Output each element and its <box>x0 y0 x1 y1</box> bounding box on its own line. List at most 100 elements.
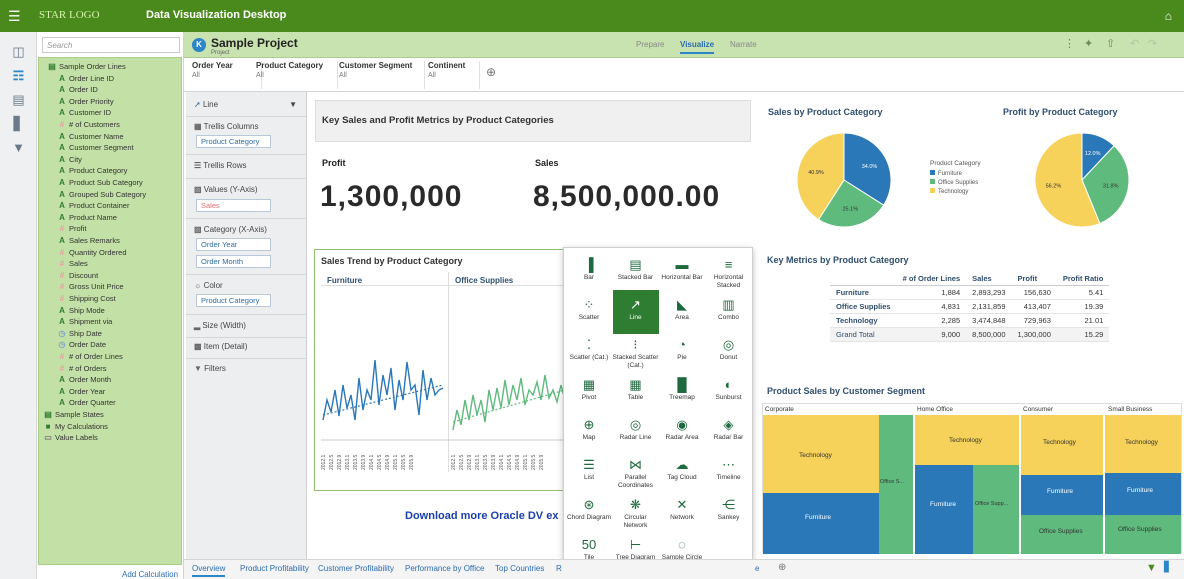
viz-type-horizontal-stacked[interactable]: ≡ Horizontal Stacked <box>706 250 752 294</box>
dataset-node[interactable]: ▤ Sample Order Lines <box>47 62 125 72</box>
redo-icon[interactable]: ↷ <box>1148 37 1157 50</box>
data-element-item[interactable]: A City <box>57 155 82 165</box>
viz-type-table[interactable]: ▦ Table <box>613 370 659 414</box>
viz-type-pivot[interactable]: ▦ Pivot <box>566 370 612 414</box>
tab-overview[interactable]: Overview <box>192 564 226 577</box>
data-element-item[interactable]: A Product Name <box>57 213 117 223</box>
more-icon[interactable]: ⋮ <box>1064 37 1075 50</box>
data-element-item[interactable]: # Quantity Ordered <box>57 248 127 258</box>
data-element-item[interactable]: # Profit <box>57 224 87 234</box>
data-element-item[interactable]: A Customer Name <box>57 132 124 142</box>
data-element-item[interactable]: A Product Category <box>57 166 127 176</box>
filter-continent[interactable]: Continent All <box>428 61 480 89</box>
data-element-item[interactable]: A Order Priority <box>57 97 113 107</box>
add-calculation-link[interactable]: Add Calculation <box>122 570 178 579</box>
viz-type-timeline[interactable]: ⋯ Timeline <box>706 450 752 494</box>
filter-order-year[interactable]: Order Year All <box>192 61 262 89</box>
color-pill[interactable]: Product Category <box>196 294 271 307</box>
data-element-item[interactable]: A Grouped Sub Category <box>57 190 146 200</box>
data-element-item[interactable]: # # of Order Lines <box>57 352 123 362</box>
viz-type-combo[interactable]: ▥ Combo <box>706 290 752 334</box>
tab-narrate[interactable]: Narrate <box>730 40 757 49</box>
values-pill[interactable]: Sales <box>196 199 271 212</box>
data-element-item[interactable]: A Order Quarter <box>57 398 116 408</box>
export-icon[interactable]: ⇧ <box>1106 37 1115 50</box>
data-element-item[interactable]: A Order ID <box>57 85 98 95</box>
tab-partial-e[interactable]: e <box>755 564 759 573</box>
data-element-item[interactable]: A Sales Remarks <box>57 236 120 246</box>
folder-node[interactable]: ■ My Calculations <box>43 422 108 432</box>
home-icon[interactable]: ⌂ <box>1165 9 1172 23</box>
tab-product-profitability[interactable]: Product Profitability <box>240 564 309 573</box>
viz-type-radar-line[interactable]: ◎ Radar Line <box>613 410 659 454</box>
viz-type-donut[interactable]: ◎ Donut <box>706 330 752 374</box>
data-element-item[interactable]: # Sales <box>57 259 88 269</box>
data-element-item[interactable]: A Order Month <box>57 375 111 385</box>
tab-visualize[interactable]: Visualize <box>680 40 715 54</box>
data-element-item[interactable]: # Discount <box>57 271 98 281</box>
data-element-item[interactable]: A Customer ID <box>57 108 111 118</box>
viz-type-chord-diagram[interactable]: ⊛ Chord Diagram <box>566 490 612 534</box>
filter-icon[interactable]: ▼ <box>0 134 37 162</box>
sales-pie-chart[interactable]: 34.0% 25.1% 40.9% <box>784 130 904 230</box>
viz-type-pie[interactable]: ◔ Pie <box>659 330 705 374</box>
viz-type-sunburst[interactable]: ◐ Sunburst <box>706 370 752 414</box>
sales-trend-chart[interactable]: Sales Trend by Product Category Furnitur… <box>314 249 569 491</box>
trellis-columns-pill[interactable]: Product Category <box>196 135 271 148</box>
data-element-item[interactable]: ▭ Value Labels <box>43 433 98 443</box>
viz-type-treemap[interactable]: █ Treemap <box>659 370 705 414</box>
viz-type-stacked-bar[interactable]: ▤ Stacked Bar <box>613 250 659 294</box>
add-data-icon[interactable]: ✦ <box>1084 37 1093 50</box>
data-element-item[interactable]: # Gross Unit Price <box>57 282 124 292</box>
filter-product-category[interactable]: Product Category All <box>256 61 338 89</box>
viz-type-selector[interactable]: ➚ Line ▼ <box>186 100 307 116</box>
profit-pie-chart[interactable]: 12.0% 31.8% 56.2% <box>1030 130 1150 230</box>
dataset-node[interactable]: ▤ Sample States <box>43 410 104 420</box>
viz-type-sankey[interactable]: ⋲ Sankey <box>706 490 752 534</box>
viz-type-network[interactable]: ✕ Network <box>659 490 705 534</box>
viz-type-horizontal-bar[interactable]: ▬ Horizontal Bar <box>659 250 705 294</box>
data-element-item[interactable]: A Order Year <box>57 387 105 397</box>
add-canvas-icon[interactable]: ⊕ <box>778 562 786 573</box>
category-pill-order-year[interactable]: Order Year <box>196 238 271 251</box>
data-element-item[interactable]: A Product Sub Category <box>57 178 143 188</box>
data-element-item[interactable]: A Ship Mode <box>57 306 105 316</box>
filter-bottom-icon[interactable]: ▼ <box>1146 562 1157 574</box>
tab-performance-by-office[interactable]: Performance by Office <box>405 564 484 573</box>
add-filter-icon[interactable]: ⊕ <box>486 65 496 79</box>
data-element-item[interactable]: A Order Line ID <box>57 74 114 84</box>
data-element-item[interactable]: # # of Customers <box>57 120 120 130</box>
viz-type-line[interactable]: ↗ Line <box>612 290 659 334</box>
filter-customer-segment[interactable]: Customer Segment All <box>339 61 425 89</box>
data-element-item[interactable]: A Shipment via <box>57 317 112 327</box>
viz-type-circular-network[interactable]: ❋ Circular Network <box>613 490 659 534</box>
viz-type-radar-bar[interactable]: ◈ Radar Bar <box>706 410 752 454</box>
viz-type-area[interactable]: ◣ Area <box>659 290 705 334</box>
viz-type-stacked-scatter-cat[interactable]: ⁝ Stacked Scatter (Cat.) <box>613 330 659 374</box>
download-link[interactable]: Download more Oracle DV ex <box>405 510 558 522</box>
data-element-item[interactable]: A Product Container <box>57 201 129 211</box>
viz-type-list[interactable]: ☰ List <box>566 450 612 494</box>
category-pill-order-month[interactable]: Order Month <box>196 255 271 268</box>
viz-type-parallel-coordinates[interactable]: ⋈ Parallel Coordinates <box>613 450 659 494</box>
viz-type-scatter-cat[interactable]: ⁚ Scatter (Cat.) <box>566 330 612 374</box>
tab-top-countries[interactable]: Top Countries <box>495 564 544 573</box>
undo-icon[interactable]: ↶ <box>1130 37 1139 50</box>
data-element-item[interactable]: # # of Orders <box>57 364 107 374</box>
data-element-item[interactable]: A Customer Segment <box>57 143 134 153</box>
viz-type-bar[interactable]: ▐ Bar <box>566 250 612 294</box>
treemap-chart[interactable]: Corporate Home Office Consumer Small Bus… <box>762 403 1182 554</box>
data-element-item[interactable]: ◷ Order Date <box>57 340 107 350</box>
tab-prepare[interactable]: Prepare <box>636 40 664 49</box>
search-input[interactable]: Search <box>42 37 180 53</box>
tab-customer-profitability[interactable]: Customer Profitability <box>318 564 394 573</box>
viz-type-map[interactable]: ⊕ Map <box>566 410 612 454</box>
data-element-item[interactable]: # Shipping Cost <box>57 294 116 304</box>
viz-type-scatter[interactable]: ⁘ Scatter <box>566 290 612 334</box>
hamburger-menu-icon[interactable]: ☰ <box>8 9 21 23</box>
viz-type-radar-area[interactable]: ◉ Radar Area <box>659 410 705 454</box>
chart-bottom-icon[interactable]: ▋ <box>1164 562 1172 573</box>
data-element-item[interactable]: ◷ Ship Date <box>57 329 102 339</box>
tab-partial-r[interactable]: R <box>556 564 562 573</box>
viz-type-tag-cloud[interactable]: ☁ Tag Cloud <box>659 450 705 494</box>
